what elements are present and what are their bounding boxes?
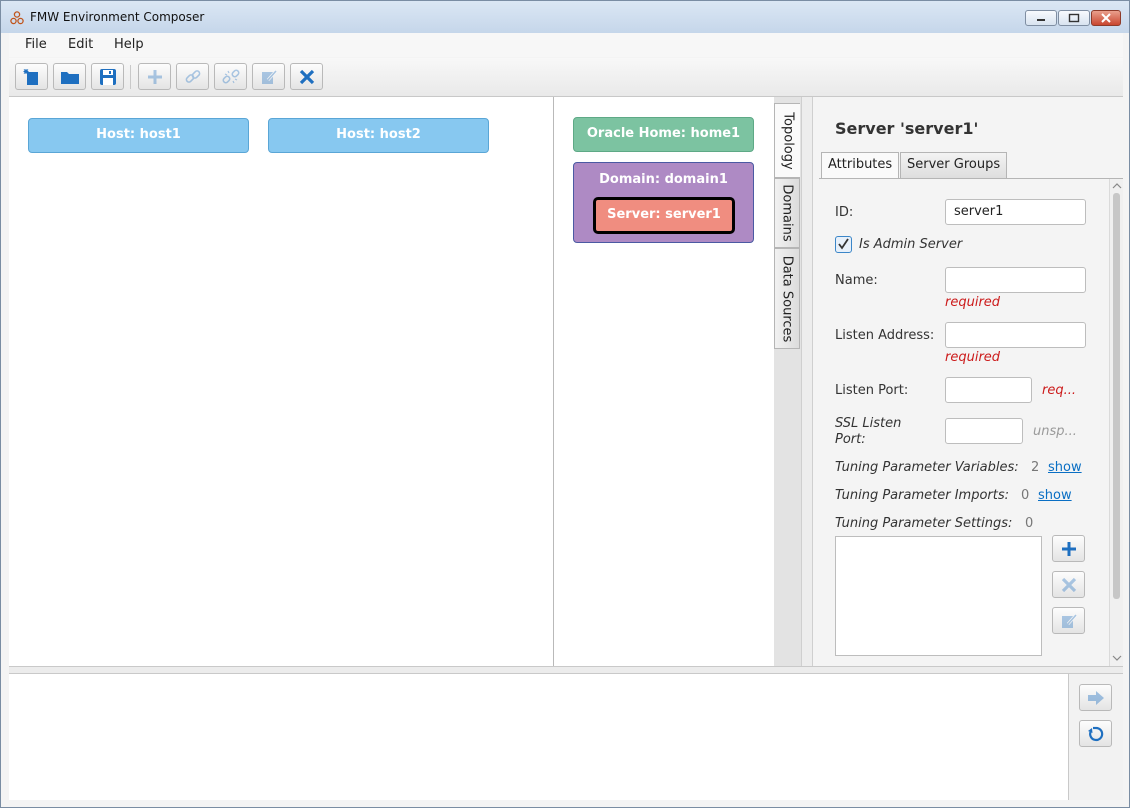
tab-domains[interactable]: Domains xyxy=(774,178,800,248)
host-node[interactable]: Host: host2 xyxy=(268,118,489,153)
tuning-imports-label: Tuning Parameter Imports: xyxy=(835,488,1009,503)
name-label: Name: xyxy=(835,273,878,288)
tab-attributes[interactable]: Attributes xyxy=(821,152,900,179)
delete-x-icon xyxy=(299,69,314,84)
new-button[interactable] xyxy=(15,63,48,90)
scroll-up-icon xyxy=(1112,183,1122,189)
menu-file[interactable]: File xyxy=(25,37,47,52)
delete-x-icon xyxy=(1061,577,1076,592)
maximize-icon xyxy=(1068,13,1080,23)
scrollbar-thumb[interactable] xyxy=(1113,193,1120,599)
tab-topology-label: Topology xyxy=(780,111,795,170)
plus-icon xyxy=(147,69,162,84)
tuning-imports-show-link[interactable]: show xyxy=(1038,488,1072,503)
tuning-settings-count: 0 xyxy=(1025,516,1034,531)
toolbar-separator xyxy=(130,65,131,89)
listen-port-required-hint: req... xyxy=(1042,383,1076,398)
is-admin-checkbox[interactable] xyxy=(835,236,852,253)
tab-domains-label: Domains xyxy=(779,184,795,242)
title-bar: FMW Environment Composer xyxy=(1,1,1129,33)
ssl-port-field[interactable] xyxy=(945,418,1023,444)
tuning-variables-label: Tuning Parameter Variables: xyxy=(835,460,1019,475)
side-tab-bar: Topology Domains Data Sources xyxy=(774,97,802,666)
console-actions xyxy=(1069,674,1123,800)
open-button[interactable] xyxy=(53,63,86,90)
toolbar xyxy=(9,58,1123,97)
horizontal-splitter[interactable] xyxy=(9,666,1123,674)
hosts-canvas[interactable]: Host: host1 Host: host2 xyxy=(9,97,554,666)
tuning-variables-count: 2 xyxy=(1031,460,1040,475)
vertical-splitter[interactable] xyxy=(801,97,813,666)
tab-server-groups[interactable]: Server Groups xyxy=(900,152,1008,178)
menu-help[interactable]: Help xyxy=(114,37,144,52)
save-button[interactable] xyxy=(91,63,124,90)
refresh-button[interactable] xyxy=(1079,720,1112,747)
remove-setting-button[interactable] xyxy=(1052,571,1085,598)
edit-icon xyxy=(1061,613,1077,628)
checkmark-icon xyxy=(838,238,849,250)
listen-address-required-hint: required xyxy=(945,350,1001,365)
plus-icon xyxy=(1061,541,1076,556)
tuning-variables-show-link[interactable]: show xyxy=(1048,460,1082,475)
edit-setting-button[interactable] xyxy=(1052,607,1085,634)
domain-label: Domain: domain1 xyxy=(599,172,728,187)
link-icon xyxy=(185,69,200,83)
unlink-icon xyxy=(221,68,240,84)
tuning-settings-list[interactable] xyxy=(835,536,1042,656)
forward-button[interactable] xyxy=(1079,684,1112,711)
server-node[interactable]: Server: server1 xyxy=(593,197,735,234)
close-window-button[interactable] xyxy=(1091,10,1121,26)
link-button[interactable] xyxy=(176,63,209,90)
menu-bar: File Edit Help xyxy=(9,33,1123,57)
new-file-icon xyxy=(23,68,38,85)
scroll-down-icon xyxy=(1112,655,1122,661)
edit-icon xyxy=(261,69,277,84)
name-field[interactable] xyxy=(945,267,1086,293)
folder-icon xyxy=(60,71,79,84)
attributes-form: ID: server1 Is Admin Server Name: requir… xyxy=(819,178,1123,667)
add-setting-button[interactable] xyxy=(1052,535,1085,562)
details-panel: Server 'server1' Attributes Server Group… xyxy=(814,97,1123,667)
listen-address-field[interactable] xyxy=(945,322,1086,348)
tuning-settings-label: Tuning Parameter Settings: xyxy=(835,516,1013,531)
minimize-button[interactable] xyxy=(1025,10,1057,26)
add-button[interactable] xyxy=(138,63,171,90)
tab-data-sources-label: Data Sources xyxy=(779,255,795,342)
unlink-button[interactable] xyxy=(214,63,247,90)
ssl-port-label-line1: SSL Listen xyxy=(835,416,902,431)
listen-port-field[interactable] xyxy=(945,377,1032,403)
save-icon xyxy=(99,68,116,85)
maximize-button[interactable] xyxy=(1058,10,1090,26)
domain-node[interactable]: Domain: domain1 Server: server1 xyxy=(573,162,754,243)
name-required-hint: required xyxy=(945,295,1001,310)
minimize-icon xyxy=(1037,19,1045,21)
tab-topology[interactable]: Topology xyxy=(774,103,800,178)
close-icon xyxy=(1101,13,1111,23)
oracle-home-node[interactable]: Oracle Home: home1 xyxy=(573,117,754,152)
listen-address-label: Listen Address: xyxy=(835,328,935,343)
edit-button[interactable] xyxy=(252,63,285,90)
tab-data-sources[interactable]: Data Sources xyxy=(774,248,800,349)
details-scrollbar[interactable] xyxy=(1109,179,1123,667)
delete-button[interactable] xyxy=(290,63,323,90)
refresh-icon xyxy=(1087,726,1103,741)
listen-port-label: Listen Port: xyxy=(835,383,909,398)
menu-edit[interactable]: Edit xyxy=(68,37,93,52)
ssl-port-label-line2: Port: xyxy=(835,432,866,447)
id-label: ID: xyxy=(835,205,854,220)
output-console[interactable] xyxy=(9,674,1069,800)
app-window: FMW Environment Composer File Edit Help xyxy=(0,0,1130,808)
is-admin-label: Is Admin Server xyxy=(859,237,963,252)
details-title: Server 'server1' xyxy=(835,119,979,138)
topology-canvas[interactable]: Oracle Home: home1 Domain: domain1 Serve… xyxy=(554,97,774,666)
arrow-right-icon xyxy=(1087,690,1104,705)
id-field[interactable]: server1 xyxy=(945,199,1086,225)
tuning-imports-count: 0 xyxy=(1021,488,1030,503)
app-icon xyxy=(10,11,24,25)
host-node[interactable]: Host: host1 xyxy=(28,118,249,153)
window-title: FMW Environment Composer xyxy=(30,10,205,24)
ssl-port-unspecified-hint: unsp... xyxy=(1033,424,1077,439)
